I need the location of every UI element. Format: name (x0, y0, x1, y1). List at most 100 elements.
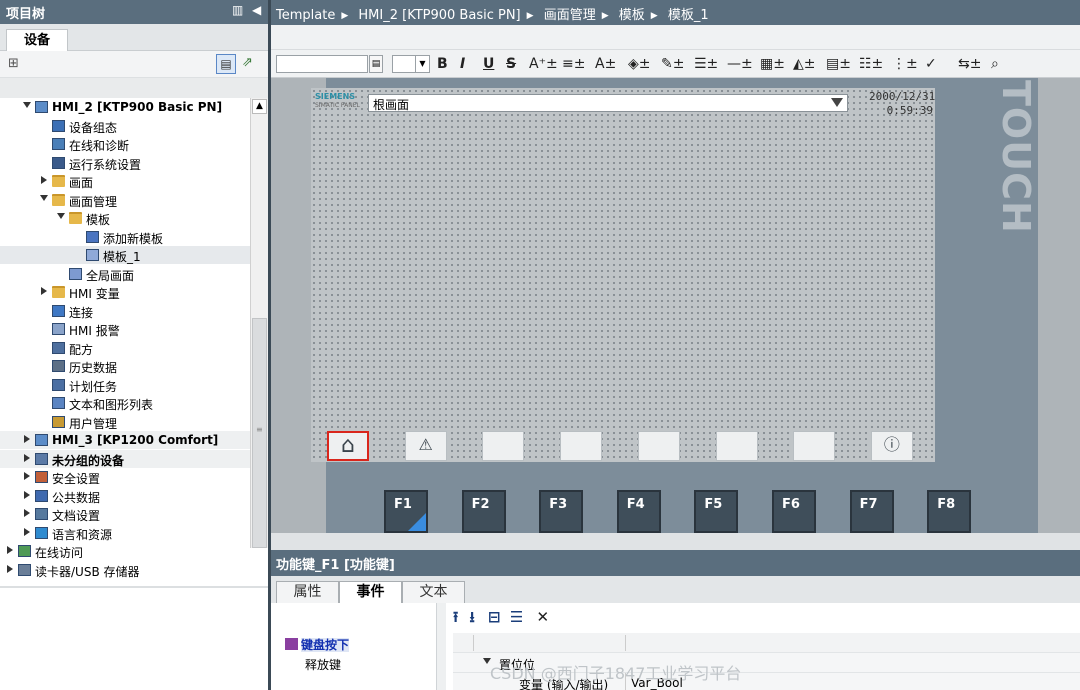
expand-arrow-icon[interactable] (41, 176, 47, 184)
expand-arrow-icon[interactable] (41, 287, 47, 295)
function-key[interactable]: F7 (849, 490, 894, 533)
tab-properties[interactable]: 属性 (276, 581, 339, 603)
line-color-icon[interactable]: ✎± (661, 54, 684, 74)
tree-item[interactable]: 文本和图形列表 (0, 394, 250, 412)
screen-button[interactable] (560, 431, 603, 461)
detail-view-icon[interactable]: ▤ (216, 54, 236, 74)
tree-item[interactable]: 设备组态 (0, 117, 250, 135)
font-size-select[interactable]: ▼ (392, 55, 430, 73)
font-picker-icon[interactable]: ▤ (369, 55, 383, 73)
expand-arrow-icon[interactable] (24, 453, 30, 462)
move-up-icon[interactable]: ⭱ (453, 608, 458, 626)
chevron-down-icon[interactable]: ▼ (415, 56, 429, 72)
export-icon[interactable]: ⇗ (242, 55, 253, 70)
collapse-arrow-icon[interactable] (57, 213, 65, 219)
zoom-icon[interactable]: ⌕ (991, 54, 999, 74)
event-item-key-press[interactable]: 键盘按下 (285, 636, 435, 654)
font-size-up-icon[interactable]: A⁺± (529, 54, 558, 74)
rotate-icon[interactable]: ◭± (793, 54, 816, 74)
tree-item[interactable]: 配方 (0, 339, 250, 357)
tree-item[interactable]: 模板 (0, 209, 250, 227)
tree-item[interactable]: 文档设置 (0, 505, 250, 523)
tree-item[interactable]: 画面管理 (0, 191, 250, 209)
flip-icon[interactable]: ⇆± (958, 54, 981, 74)
collapse-panel-icon[interactable]: ◀ (252, 3, 261, 17)
tree-item[interactable]: HMI 报警 (0, 320, 250, 338)
breadcrumb-item[interactable]: 模板 (619, 8, 645, 23)
align-objects-icon[interactable]: ▦± (760, 54, 785, 74)
screen-button[interactable] (715, 431, 758, 461)
canvas-horizontal-scrollbar[interactable] (271, 533, 1080, 550)
tree-item[interactable]: HMI_3 [KP1200 Comfort] (0, 431, 250, 449)
event-item-key-release[interactable]: 释放键 (305, 656, 435, 674)
tree-item[interactable]: 公共数据 (0, 487, 250, 505)
tree-item[interactable]: 未分组的设备 (0, 449, 250, 468)
tab-devices[interactable]: 设备 (6, 29, 68, 52)
tree-item[interactable]: 运行系统设置 (0, 154, 250, 172)
move-down-icon[interactable]: ⭳ (470, 608, 475, 626)
function-key[interactable]: F8 (927, 490, 972, 533)
tree-item[interactable]: 画面 (0, 172, 250, 190)
root-screen-dropdown[interactable]: 根画面 (368, 94, 848, 112)
datetime-field[interactable]: 2000/12/31 0:59:39 (869, 90, 935, 118)
expand-arrow-icon[interactable] (24, 472, 30, 480)
expand-arrow-icon[interactable] (7, 546, 13, 554)
function-key[interactable]: F1 (384, 490, 428, 533)
breadcrumb-item[interactable]: 模板_1 (668, 8, 709, 23)
breadcrumb-item[interactable]: 画面管理 (544, 8, 596, 23)
font-name-input[interactable] (276, 55, 368, 73)
scroll-up-icon[interactable]: ▲ (252, 99, 267, 114)
function-key[interactable]: F5 (694, 490, 739, 533)
expand-arrow-icon[interactable] (7, 564, 13, 573)
collapse-arrow-icon[interactable] (23, 102, 31, 108)
breadcrumb-item[interactable]: HMI_2 [KTP900 Basic PN] (358, 8, 520, 23)
tree-scrollbar[interactable]: ▲ ≡ (250, 98, 268, 548)
bold-icon[interactable]: B (437, 54, 448, 74)
arrange-icon[interactable]: ☷± (859, 54, 883, 74)
tree-item[interactable]: 全局画面 (0, 265, 250, 283)
expand-arrow-icon[interactable] (24, 509, 30, 517)
function-key[interactable]: F6 (772, 490, 816, 533)
tree-item[interactable]: 连接 (0, 302, 250, 320)
strikethrough-icon[interactable]: S (506, 54, 516, 74)
scroll-thumb[interactable]: ≡ (252, 318, 267, 548)
underline-icon[interactable]: U (483, 54, 494, 74)
fill-color-icon[interactable]: ◈± (628, 54, 651, 74)
panel-layout-icon[interactable]: ▥ (232, 3, 243, 17)
tree-item[interactable]: 语言和资源 (0, 524, 250, 542)
tree-item[interactable]: 在线访问 (0, 542, 250, 560)
delete-icon[interactable]: ✕ (537, 608, 550, 626)
check-icon[interactable]: ✓ (925, 54, 937, 74)
network-view-icon[interactable]: ⊞ (8, 56, 19, 71)
line-style-icon[interactable]: ☰± (694, 54, 718, 74)
screen-button[interactable] (637, 431, 680, 461)
font-color-icon[interactable]: A± (595, 54, 616, 74)
tree-item[interactable]: 历史数据 (0, 357, 250, 375)
function-key[interactable]: F3 (539, 490, 584, 533)
screen-button[interactable]: ⌂ (327, 431, 369, 461)
tab-events[interactable]: 事件 (339, 581, 402, 603)
distribute-icon[interactable]: ▤± (826, 54, 851, 74)
function-key[interactable]: F2 (461, 490, 506, 533)
breadcrumb-item[interactable]: Template (276, 8, 335, 23)
tree-item[interactable]: 计划任务 (0, 376, 250, 394)
tree-item[interactable]: HMI 变量 (0, 283, 250, 301)
insert-function-icon[interactable]: ⊟ (488, 608, 501, 626)
expand-arrow-icon[interactable] (24, 527, 30, 536)
tree-item[interactable]: 添加新模板 (0, 228, 250, 246)
tree-item[interactable]: HMI_2 [KTP900 Basic PN] (0, 98, 250, 116)
collapse-arrow-icon[interactable] (40, 194, 48, 201)
tree-item[interactable]: 读卡器/USB 存储器 (0, 561, 250, 579)
line-width-icon[interactable]: —± (727, 54, 753, 74)
list-icon[interactable]: ☰ (510, 608, 523, 626)
tree-item[interactable]: 在线和诊断 (0, 135, 250, 153)
screen-button[interactable] (482, 431, 525, 461)
expand-arrow-icon[interactable] (24, 490, 30, 499)
tree-item[interactable]: 用户管理 (0, 413, 250, 431)
spacing-icon[interactable]: ⋮± (892, 54, 918, 74)
screen-button[interactable]: ⚠ (404, 431, 447, 461)
function-key[interactable]: F4 (616, 490, 661, 533)
screen-button[interactable] (793, 431, 836, 461)
expand-arrow-icon[interactable] (24, 435, 30, 443)
hmi-screen[interactable]: SIEMENS SIMATIC PANEL 根画面 2000/12/31 0:5… (311, 88, 935, 462)
